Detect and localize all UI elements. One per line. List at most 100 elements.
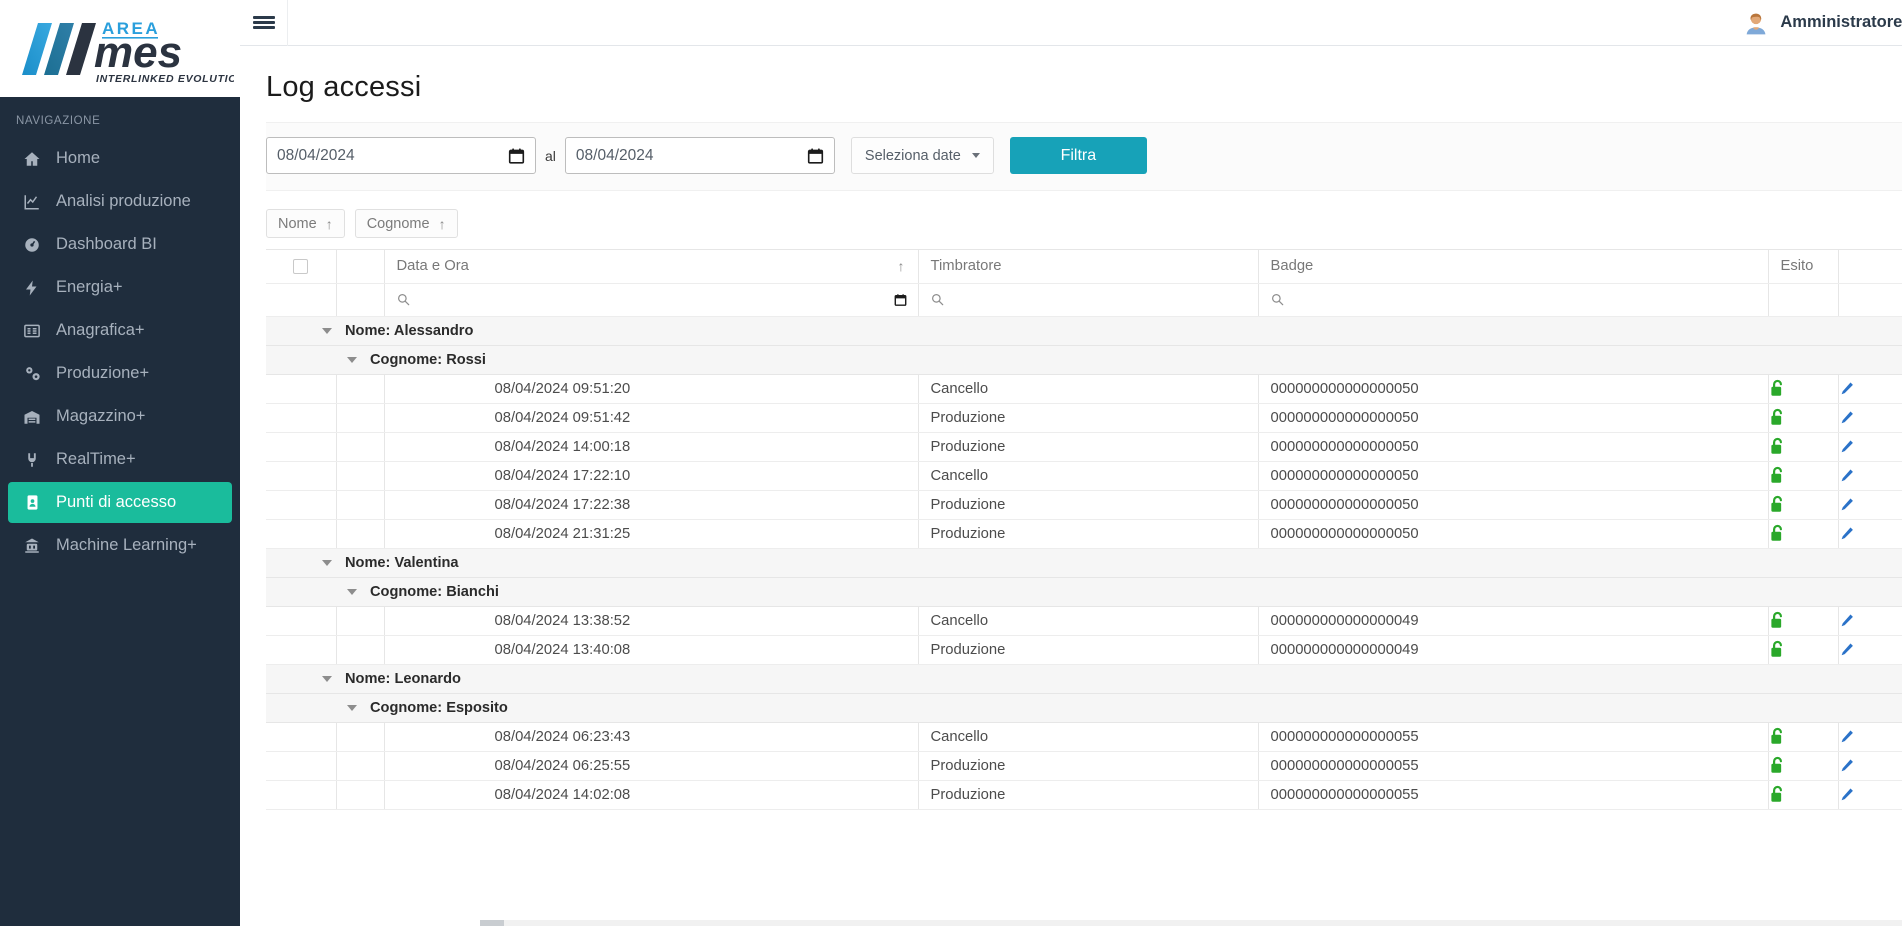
unlock-icon[interactable] xyxy=(1769,379,1786,398)
edit-pencil-icon[interactable] xyxy=(1839,381,1855,397)
cell-actions[interactable] xyxy=(1838,780,1902,810)
sidebar-item-punti-di-accesso[interactable]: Punti di accesso xyxy=(8,482,232,523)
unlock-icon[interactable] xyxy=(1769,756,1786,775)
group-row-cognome[interactable]: Cognome: Rossi xyxy=(266,345,1902,375)
sidebar-item-magazzino[interactable]: Magazzino+ xyxy=(8,396,232,437)
table-row[interactable]: 08/04/2024 06:25:55 Produzione 00000000000… xyxy=(266,751,1902,781)
user-menu[interactable]: Amministratore Area xyxy=(1743,10,1902,36)
unlock-icon[interactable] xyxy=(1769,785,1786,804)
cell-checkbox[interactable] xyxy=(266,519,337,549)
cell-actions[interactable] xyxy=(1838,461,1902,491)
table-row[interactable]: 08/04/2024 13:40:08 Produzione 00000000000… xyxy=(266,635,1902,665)
cell-esito[interactable] xyxy=(1768,780,1839,810)
edit-pencil-icon[interactable] xyxy=(1839,468,1855,484)
sidebar-item-analisi-produzione[interactable]: Analisi produzione xyxy=(8,181,232,222)
cell-checkbox[interactable] xyxy=(266,461,337,491)
group-row-cognome[interactable]: Cognome: Bianchi xyxy=(266,577,1902,607)
unlock-icon[interactable] xyxy=(1769,495,1786,514)
cell-esito[interactable] xyxy=(1768,722,1839,752)
filter-cell-badge[interactable] xyxy=(1258,283,1769,317)
table-row[interactable]: 08/04/2024 14:00:18 Produzione 00000000000… xyxy=(266,432,1902,462)
cell-checkbox[interactable] xyxy=(266,606,337,636)
edit-pencil-icon[interactable] xyxy=(1839,410,1855,426)
date-to-input[interactable] xyxy=(575,146,824,165)
hamburger-icon[interactable] xyxy=(240,0,288,46)
cell-esito[interactable] xyxy=(1768,490,1839,520)
cell-esito[interactable] xyxy=(1768,751,1839,781)
cell-actions[interactable] xyxy=(1838,432,1902,462)
sidebar-item-home[interactable]: Home xyxy=(8,138,232,179)
unlock-icon[interactable] xyxy=(1769,437,1786,456)
cell-esito[interactable] xyxy=(1768,519,1839,549)
group-row-cognome[interactable]: Cognome: Esposito xyxy=(266,693,1902,723)
unlock-icon[interactable] xyxy=(1769,466,1786,485)
scrollbar-thumb[interactable] xyxy=(480,920,504,926)
sort-asc-icon[interactable]: ↑ xyxy=(439,216,446,232)
cell-actions[interactable] xyxy=(1838,606,1902,636)
cell-esito[interactable] xyxy=(1768,635,1839,665)
cell-esito[interactable] xyxy=(1768,606,1839,636)
edit-pencil-icon[interactable] xyxy=(1839,613,1855,629)
unlock-icon[interactable] xyxy=(1769,408,1786,427)
table-row[interactable]: 08/04/2024 14:02:08 Produzione 00000000000… xyxy=(266,780,1902,810)
table-row[interactable]: 08/04/2024 21:31:25 Produzione 00000000000… xyxy=(266,519,1902,549)
sidebar-item-dashboard-bi[interactable]: Dashboard BI xyxy=(8,224,232,265)
collapse-toggle-icon[interactable] xyxy=(322,327,332,334)
select-all-checkbox[interactable] xyxy=(293,258,309,274)
table-row[interactable]: 08/04/2024 09:51:20 Cancello 0000000000000… xyxy=(266,374,1902,404)
group-row-nome[interactable]: Nome: Valentina xyxy=(266,548,1902,578)
cell-actions[interactable] xyxy=(1838,403,1902,433)
filter-cell-data-ora[interactable] xyxy=(384,283,919,317)
edit-pencil-icon[interactable] xyxy=(1839,729,1855,745)
collapse-toggle-icon[interactable] xyxy=(322,559,332,566)
header-timbratore[interactable]: Timbratore xyxy=(918,250,1259,284)
cell-checkbox[interactable] xyxy=(266,722,337,752)
collapse-toggle-icon[interactable] xyxy=(347,588,357,595)
edit-pencil-icon[interactable] xyxy=(1839,526,1855,542)
table-row[interactable]: 08/04/2024 09:51:42 Produzione 00000000000… xyxy=(266,403,1902,433)
sidebar-item-realtime[interactable]: RealTime+ xyxy=(8,439,232,480)
sidebar-item-anagrafica[interactable]: Anagrafica+ xyxy=(8,310,232,351)
collapse-toggle-icon[interactable] xyxy=(322,675,332,682)
sidebar-item-energia[interactable]: Energia+ xyxy=(8,267,232,308)
cell-esito[interactable] xyxy=(1768,461,1839,491)
table-row[interactable]: 08/04/2024 17:22:38 Produzione 00000000000… xyxy=(266,490,1902,520)
cell-actions[interactable] xyxy=(1838,722,1902,752)
sidebar-item-machine-learning[interactable]: Machine Learning+ xyxy=(8,525,232,566)
cell-esito[interactable] xyxy=(1768,374,1839,404)
header-badge[interactable]: Badge xyxy=(1258,250,1769,284)
cell-checkbox[interactable] xyxy=(266,490,337,520)
table-row[interactable]: 08/04/2024 13:38:52 Cancello 0000000000000… xyxy=(266,606,1902,636)
calendar-icon[interactable] xyxy=(894,293,907,307)
cell-checkbox[interactable] xyxy=(266,374,337,404)
filter-button[interactable]: Filtra xyxy=(1009,137,1147,174)
unlock-icon[interactable] xyxy=(1769,727,1786,746)
cell-actions[interactable] xyxy=(1838,374,1902,404)
cell-esito[interactable] xyxy=(1768,403,1839,433)
edit-pencil-icon[interactable] xyxy=(1839,439,1855,455)
calendar-icon[interactable] xyxy=(508,147,525,165)
collapse-toggle-icon[interactable] xyxy=(347,356,357,363)
horizontal-scrollbar[interactable] xyxy=(480,920,1902,926)
filter-cell-timbratore[interactable] xyxy=(918,283,1259,317)
table-row[interactable]: 08/04/2024 17:22:10 Cancello 0000000000000… xyxy=(266,461,1902,491)
date-from-field[interactable] xyxy=(266,137,536,174)
sort-asc-icon[interactable]: ↑ xyxy=(898,258,905,274)
header-data-ora[interactable]: Data e Ora ↑ xyxy=(384,250,919,284)
header-esito[interactable]: Esito xyxy=(1768,250,1839,284)
group-row-nome[interactable]: Nome: Leonardo xyxy=(266,664,1902,694)
chip-group-nome[interactable]: Nome ↑ xyxy=(266,209,345,238)
cell-esito[interactable] xyxy=(1768,432,1839,462)
sort-asc-icon[interactable]: ↑ xyxy=(326,216,333,232)
collapse-toggle-icon[interactable] xyxy=(347,704,357,711)
unlock-icon[interactable] xyxy=(1769,611,1786,630)
cell-checkbox[interactable] xyxy=(266,635,337,665)
sidebar-item-produzione[interactable]: Produzione+ xyxy=(8,353,232,394)
unlock-icon[interactable] xyxy=(1769,640,1786,659)
date-preset-dropdown[interactable]: Seleziona date xyxy=(850,137,994,174)
edit-pencil-icon[interactable] xyxy=(1839,497,1855,513)
table-row[interactable]: 08/04/2024 06:23:43 Cancello 0000000000000… xyxy=(266,722,1902,752)
cell-actions[interactable] xyxy=(1838,635,1902,665)
cell-checkbox[interactable] xyxy=(266,403,337,433)
edit-pencil-icon[interactable] xyxy=(1839,642,1855,658)
